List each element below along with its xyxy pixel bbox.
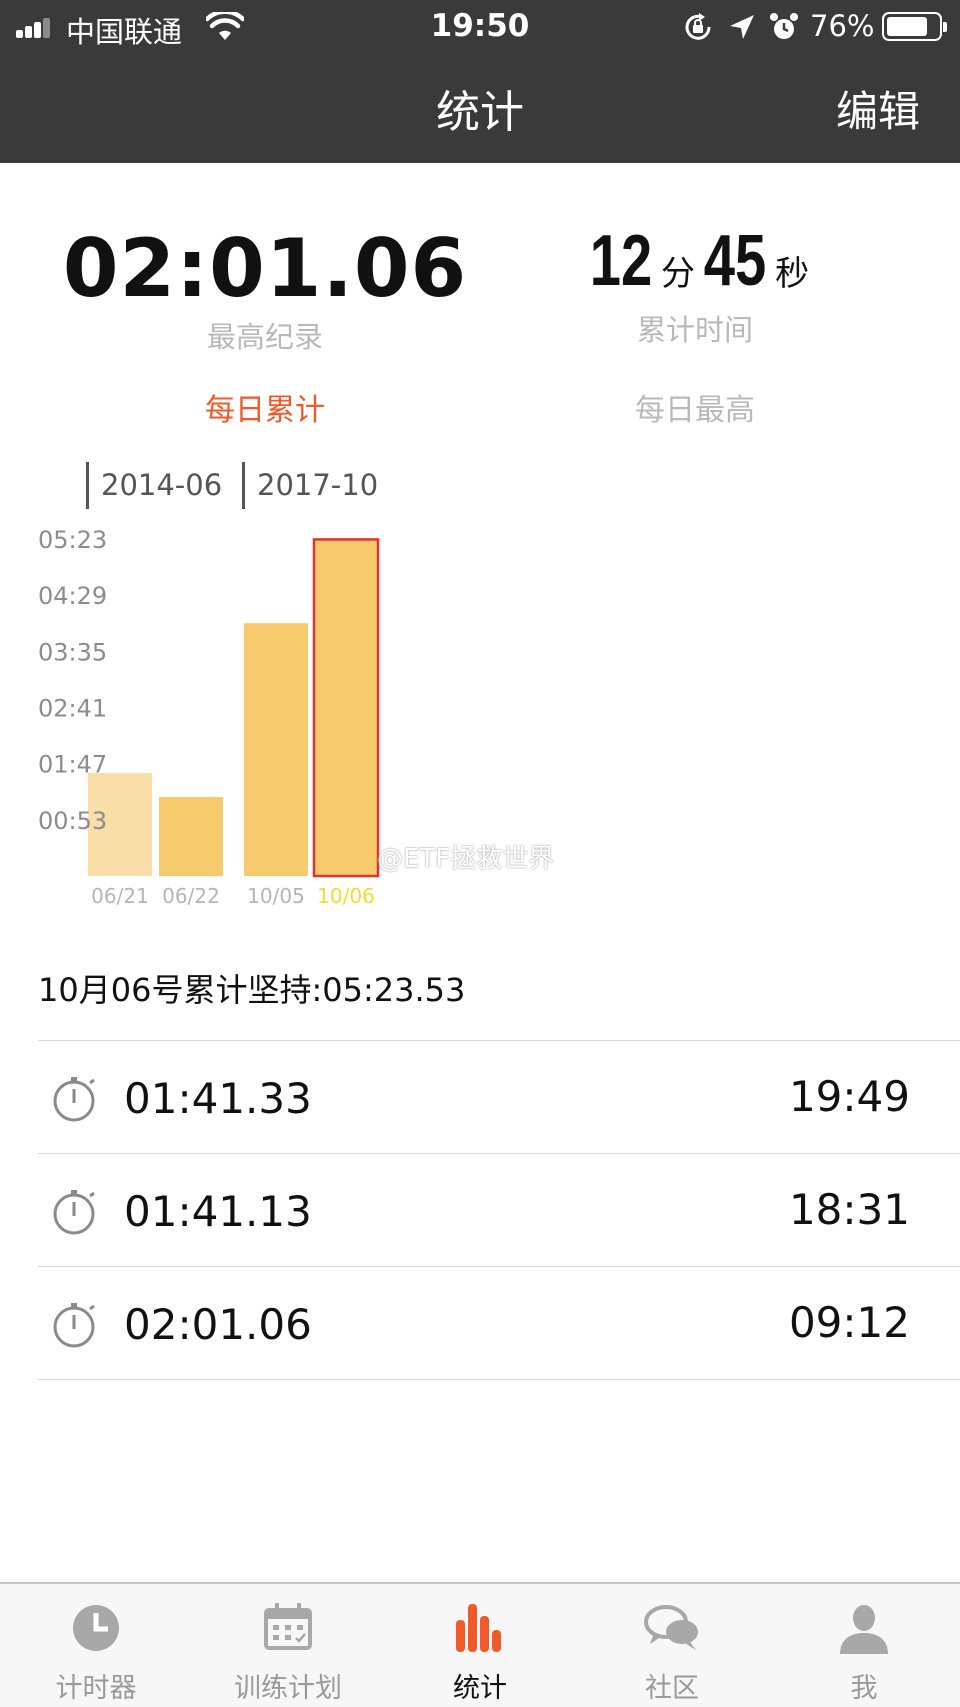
record-duration: 01:41.33 — [124, 1074, 312, 1123]
list-item[interactable]: 02:01.06 09:12 — [38, 1267, 960, 1380]
record-duration: 02:01.06 — [124, 1300, 312, 1349]
page-title: 统计 — [436, 87, 524, 138]
tab-label: 社区 — [645, 1673, 699, 1704]
orientation-lock-icon — [685, 13, 711, 40]
edit-button[interactable]: 编辑 — [836, 78, 920, 139]
best-record-label: 最高纪录 — [206, 320, 323, 354]
record-time: 18:31 — [788, 1185, 910, 1234]
clock-icon — [73, 1605, 119, 1651]
location-arrow-icon — [730, 15, 754, 39]
x-tick-label: 10/05 — [247, 884, 305, 908]
top-bar: 中国联通 19:50 76% 统计 编辑 — [0, 0, 960, 163]
period-label[interactable]: 2017-10 — [242, 462, 378, 509]
bar-chart-icon — [456, 1604, 501, 1652]
best-record-value: 02:01.06 — [62, 222, 468, 315]
tab-timer[interactable]: 计时器 — [0, 1584, 192, 1707]
stopwatch-icon — [53, 1190, 95, 1235]
total-time-label: 累计时间 — [636, 313, 753, 347]
battery-percent: 76% — [810, 9, 875, 43]
chart-bar[interactable] — [312, 538, 380, 878]
stopwatch-icon — [53, 1077, 95, 1122]
chart-bar[interactable] — [159, 796, 223, 876]
y-tick-label: 03:35 — [38, 638, 107, 666]
tab-label: 我 — [850, 1673, 878, 1704]
tab-label: 统计 — [453, 1673, 507, 1704]
tab-me[interactable]: 我 — [768, 1584, 960, 1707]
period-label[interactable]: 2014-06 — [86, 462, 222, 509]
x-tick-label: 06/21 — [91, 884, 149, 908]
list-item[interactable]: 01:41.33 19:49 — [38, 1041, 960, 1154]
total-seconds: 45 — [703, 221, 767, 301]
battery-icon — [882, 12, 947, 41]
tab-training-plan[interactable]: 训练计划 — [192, 1584, 384, 1707]
person-icon — [840, 1605, 888, 1654]
list-item[interactable]: 01:41.13 18:31 — [38, 1154, 960, 1267]
y-tick-label: 00:53 — [38, 807, 107, 835]
alarm-icon — [770, 13, 798, 39]
record-duration: 01:41.13 — [124, 1187, 312, 1236]
total-minutes: 12 — [589, 221, 653, 301]
y-tick-label: 05:23 — [38, 526, 107, 554]
chart-bar[interactable] — [244, 623, 308, 876]
x-tick-label: 10/06 — [317, 884, 375, 908]
record-time: 19:49 — [788, 1072, 910, 1121]
tab-label: 计时器 — [55, 1673, 137, 1704]
record-time: 09:12 — [788, 1298, 910, 1347]
y-tick-label: 04:29 — [38, 582, 107, 610]
minutes-unit: 分 — [661, 254, 695, 294]
seconds-unit: 秒 — [775, 254, 810, 294]
tab-statistics[interactable]: 统计 — [384, 1584, 576, 1707]
y-tick-label: 02:41 — [38, 695, 107, 723]
bottom-tab-bar: 计时器 训练计划 统计 社区 我 — [0, 1582, 960, 1707]
status-bar: 中国联通 19:50 76% — [0, 0, 960, 52]
watermark: @ETF拯救世界 — [377, 844, 555, 874]
day-summary: 10月06号累计坚持:05:23.53 — [38, 971, 466, 1009]
tab-community[interactable]: 社区 — [576, 1584, 768, 1707]
tab-daily-total[interactable]: 每日累计 — [0, 385, 530, 429]
chat-bubbles-icon — [644, 1605, 698, 1650]
calendar-icon — [264, 1603, 312, 1650]
y-tick-label: 01:47 — [38, 751, 107, 779]
tab-daily-best[interactable]: 每日最高 — [540, 385, 850, 429]
records-list: 01:41.33 19:49 01:41.13 18:31 02:01.06 0… — [38, 1040, 960, 1380]
x-tick-label: 06/22 — [162, 884, 220, 908]
total-time-value: 12 分 45 秒 — [540, 220, 850, 302]
tab-label: 训练计划 — [234, 1673, 342, 1704]
stopwatch-icon — [53, 1303, 95, 1348]
